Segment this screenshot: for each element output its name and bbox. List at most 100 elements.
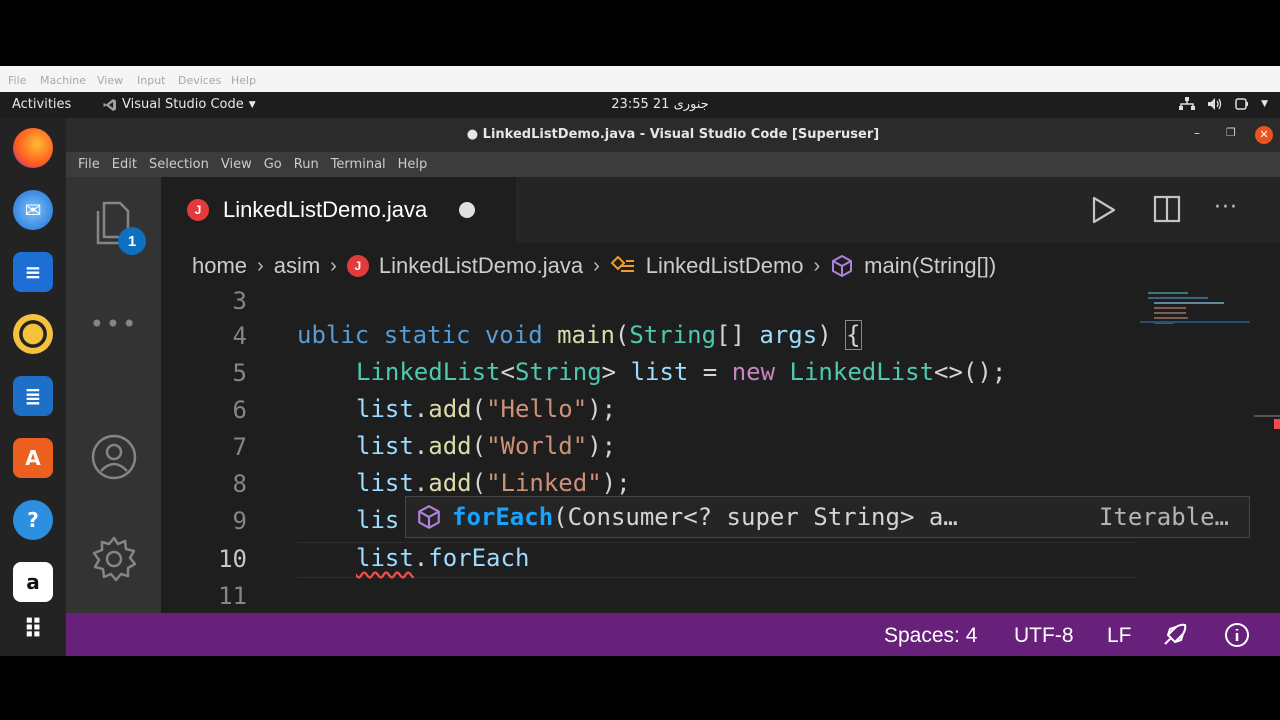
code-line: lis <box>356 506 400 534</box>
vbox-menu-view[interactable]: View <box>97 74 123 87</box>
vbox-menu-machine[interactable]: Machine <box>40 74 86 87</box>
code-editor[interactable]: 3 4 5 6 7 8 9 10 11 ublic static void ma… <box>161 289 1280 613</box>
vbox-menu-file[interactable]: File <box>8 74 26 87</box>
scrollbar-marker <box>1254 415 1280 417</box>
split-editor-button[interactable] <box>1153 195 1181 223</box>
software-center-icon[interactable]: A <box>13 438 53 478</box>
menu-go[interactable]: Go <box>258 157 288 172</box>
app-menu-label: Visual Studio Code <box>122 97 244 112</box>
account-icon <box>91 434 137 480</box>
line-number: 11 <box>218 582 247 610</box>
battery-icon <box>1235 98 1249 110</box>
tab-linkedlistdemo-java[interactable]: J LinkedListDemo.java <box>161 177 516 243</box>
accounts-button[interactable] <box>88 431 140 483</box>
indentation-status[interactable]: Spaces: 4 <box>884 624 977 648</box>
chevron-right-icon: › <box>330 254 337 277</box>
minimap-slider[interactable] <box>1140 321 1250 323</box>
chevron-right-icon: › <box>257 254 264 277</box>
window-title-bar: ● LinkedListDemo.java - Visual Studio Co… <box>66 118 1280 152</box>
encoding-status[interactable]: UTF-8 <box>1014 624 1074 648</box>
code-line: list.add("Hello"); <box>356 395 617 423</box>
menu-help[interactable]: Help <box>392 157 434 172</box>
method-icon <box>832 255 853 277</box>
ubuntu-dock: ✉ ≡ ≣ A ? a ⠿ <box>0 118 66 656</box>
close-icon[interactable]: ✕ <box>1255 126 1273 144</box>
menu-view[interactable]: View <box>215 157 258 172</box>
clock[interactable]: 23:55 21 جنوری <box>560 97 760 112</box>
vbox-menu-devices[interactable]: Devices <box>178 74 221 87</box>
line-number: 8 <box>232 470 247 498</box>
menu-edit[interactable]: Edit <box>106 157 143 172</box>
app-grid-icon[interactable]: ⠿ <box>13 610 53 650</box>
breadcrumb-file[interactable]: LinkedListDemo.java <box>379 253 583 279</box>
tab-label: LinkedListDemo.java <box>223 197 428 222</box>
gnome-top-bar: Activities Visual Studio Code ▼ 23:55 21… <box>0 92 1280 118</box>
error-marker <box>1274 419 1280 429</box>
breadcrumb-home[interactable]: home <box>192 253 247 279</box>
more-views-icon[interactable]: ••• <box>88 298 140 350</box>
chevron-down-icon: ▼ <box>1261 99 1268 109</box>
manage-button[interactable] <box>88 533 140 585</box>
run-button[interactable] <box>1088 195 1118 225</box>
minimap-content <box>1148 289 1250 329</box>
minimize-icon[interactable]: – <box>1194 126 1200 140</box>
thunderbird-icon[interactable]: ✉ <box>13 190 53 230</box>
amazon-icon[interactable]: a <box>13 562 53 602</box>
breadcrumb-asim[interactable]: asim <box>274 253 320 279</box>
chevron-down-icon: ▼ <box>248 99 256 110</box>
system-tray[interactable]: ▼ <box>1179 97 1268 111</box>
volume-icon <box>1208 98 1222 110</box>
minimap[interactable] <box>1140 289 1280 613</box>
split-editor-icon <box>1153 195 1181 223</box>
line-number: 10 <box>218 545 247 573</box>
gear-icon <box>92 536 137 582</box>
code-line: list.forEach <box>356 544 530 572</box>
suggestion-detail: Iterable… <box>1098 503 1229 531</box>
more-actions-icon[interactable]: ··· <box>1214 195 1238 220</box>
menu-terminal[interactable]: Terminal <box>325 157 392 172</box>
play-icon <box>1092 196 1116 224</box>
line-number: 9 <box>232 507 247 535</box>
menu-file[interactable]: File <box>72 157 106 172</box>
activities-button[interactable]: Activities <box>12 97 71 112</box>
menu-selection[interactable]: Selection <box>143 157 215 172</box>
vbox-menu-input[interactable]: Input <box>137 74 165 87</box>
line-number: 4 <box>232 322 247 350</box>
suggest-widget[interactable]: forEach(Consumer<? super String> a… Iter… <box>405 496 1250 538</box>
java-file-icon: J <box>187 199 209 221</box>
vbox-menubar: File Machine View Input Devices Help <box>0 66 1280 92</box>
breadcrumb-class[interactable]: LinkedListDemo <box>646 253 804 279</box>
line-number: 5 <box>232 359 247 387</box>
activity-bar: 1 ••• <box>66 177 161 613</box>
firefox-icon[interactable] <box>13 128 53 168</box>
rhythmbox-icon[interactable] <box>13 314 53 354</box>
maximize-icon[interactable]: ❐ <box>1226 126 1236 139</box>
feedback-icon[interactable] <box>1162 623 1188 647</box>
writer-icon[interactable]: ≣ <box>13 376 53 416</box>
vscode-icon <box>103 98 116 111</box>
code-line: list.add("World"); <box>356 432 617 460</box>
suggestion-label: forEach(Consumer<? super String> a… <box>452 503 958 531</box>
unsaved-dot-icon[interactable] <box>459 202 476 218</box>
app-menu[interactable]: Visual Studio Code ▼ <box>103 97 256 112</box>
vbox-menu-help[interactable]: Help <box>231 74 256 87</box>
line-number: 3 <box>232 289 247 315</box>
editor-tab-bar: J LinkedListDemo.java ··· <box>161 177 1280 243</box>
menu-run[interactable]: Run <box>288 157 325 172</box>
code-line: LinkedList<String> list = new LinkedList… <box>356 358 1007 386</box>
notifications-icon[interactable] <box>1224 622 1250 648</box>
help-icon[interactable]: ? <box>13 500 53 540</box>
chevron-right-icon: › <box>593 254 600 277</box>
window-title: ● LinkedListDemo.java - Visual Studio Co… <box>466 127 880 142</box>
menu-bar: File Edit Selection View Go Run Terminal… <box>66 152 1280 177</box>
explorer-badge: 1 <box>118 227 146 255</box>
status-bar: Spaces: 4 UTF-8 LF <box>66 613 1280 656</box>
files-icon[interactable]: ≡ <box>13 252 53 292</box>
line-number: 6 <box>232 396 247 424</box>
breadcrumb-method[interactable]: main(String[]) <box>864 253 996 279</box>
eol-status[interactable]: LF <box>1107 624 1132 648</box>
code-line: ublic static void main(String[] args) { <box>297 320 862 350</box>
explorer-button[interactable]: 1 <box>88 197 146 255</box>
method-icon <box>418 505 440 529</box>
chevron-right-icon: › <box>813 254 821 277</box>
